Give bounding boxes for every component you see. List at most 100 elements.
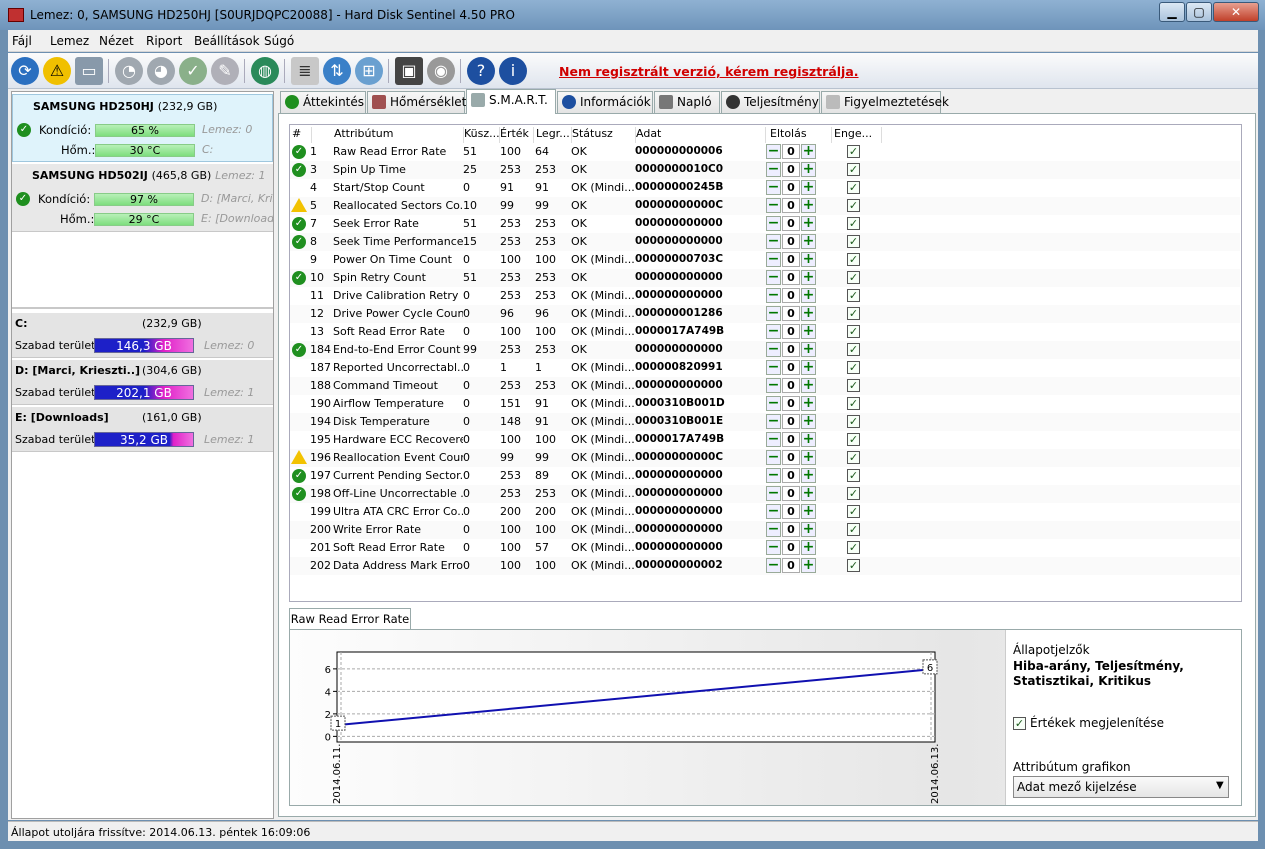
table-row[interactable]: 187 Reported Uncorrectabl... 0 1 1 OK (Mindi.… xyxy=(290,359,1240,377)
enabled-checkbox[interactable]: ✓ xyxy=(847,487,860,500)
table-row[interactable]: ✓ 10 Spin Retry Count 51 253 253 OK 00000000000… xyxy=(290,269,1240,287)
offset-value[interactable]: 0 xyxy=(782,288,800,303)
increase-offset-button[interactable]: + xyxy=(801,432,816,447)
increase-offset-button[interactable]: + xyxy=(801,396,816,411)
tab-smart[interactable]: S.M.A.R.T. xyxy=(466,89,556,114)
disk-tools-icon[interactable]: ✎ xyxy=(211,57,239,85)
table-row[interactable]: 190 Airflow Temperature 0 151 91 OK (Mindi...… xyxy=(290,395,1240,413)
table-row[interactable]: 5 Reallocated Sectors Co... 10 99 99 OK 000000… xyxy=(290,197,1240,215)
refresh-icon[interactable]: ⟳ xyxy=(11,57,39,85)
tab-log[interactable]: Napló xyxy=(654,91,720,113)
enabled-checkbox[interactable]: ✓ xyxy=(847,541,860,554)
table-row[interactable]: ✓ 184 End-to-End Error Count 99 253 253 OK 0000… xyxy=(290,341,1240,359)
table-row[interactable]: 194 Disk Temperature 0 148 91 OK (Mindi... 000… xyxy=(290,413,1240,431)
increase-offset-button[interactable]: + xyxy=(801,162,816,177)
decrease-offset-button[interactable]: − xyxy=(766,180,781,195)
app-icon[interactable] xyxy=(8,8,24,22)
enabled-checkbox[interactable]: ✓ xyxy=(847,289,860,302)
increase-offset-button[interactable]: + xyxy=(801,288,816,303)
offset-value[interactable]: 0 xyxy=(782,198,800,213)
table-row[interactable]: 4 Start/Stop Count 0 91 91 OK (Mindi... 000000… xyxy=(290,179,1240,197)
increase-offset-button[interactable]: + xyxy=(801,342,816,357)
increase-offset-button[interactable]: + xyxy=(801,378,816,393)
tab-temperature[interactable]: Hőmérséklet xyxy=(367,91,466,113)
disk-ok-icon[interactable]: ✓ xyxy=(179,57,207,85)
increase-offset-button[interactable]: + xyxy=(801,522,816,537)
table-row[interactable]: 188 Command Timeout 0 253 253 OK (Mindi... 000… xyxy=(290,377,1240,395)
globe-icon[interactable]: ◍ xyxy=(251,57,279,85)
table-row[interactable]: 9 Power On Time Count 0 100 100 OK (Mindi... 0… xyxy=(290,251,1240,269)
table-row[interactable]: 13 Soft Read Error Rate 0 100 100 OK (Mindi..… xyxy=(290,323,1240,341)
offset-value[interactable]: 0 xyxy=(782,486,800,501)
increase-offset-button[interactable]: + xyxy=(801,144,816,159)
decrease-offset-button[interactable]: − xyxy=(766,540,781,555)
show-values-checkbox[interactable]: ✓ xyxy=(1013,717,1026,730)
decrease-offset-button[interactable]: − xyxy=(766,198,781,213)
speaker-icon[interactable]: ◉ xyxy=(427,57,455,85)
decrease-offset-button[interactable]: − xyxy=(766,504,781,519)
maximize-button[interactable]: ▢ xyxy=(1186,2,1212,22)
enabled-checkbox[interactable]: ✓ xyxy=(847,433,860,446)
volume-item[interactable]: D: [Marci, Krieszti..] (304,6 GB) Szabad… xyxy=(12,360,273,405)
decrease-offset-button[interactable]: − xyxy=(766,522,781,537)
offset-value[interactable]: 0 xyxy=(782,468,800,483)
table-row[interactable]: 201 Soft Read Error Rate 0 100 57 OK (Mindi..… xyxy=(290,539,1240,557)
info-icon[interactable]: i xyxy=(499,57,527,85)
minimize-button[interactable]: ▁ xyxy=(1159,2,1185,22)
increase-offset-button[interactable]: + xyxy=(801,270,816,285)
decrease-offset-button[interactable]: − xyxy=(766,306,781,321)
table-row[interactable]: ✓ 198 Off-Line Uncorrectable ... 0 253 253 OK … xyxy=(290,485,1240,503)
increase-offset-button[interactable]: + xyxy=(801,450,816,465)
col-header-id[interactable]: # xyxy=(292,127,312,143)
col-header-attribute[interactable]: Attribútum xyxy=(334,127,464,143)
volume-item[interactable]: C: (232,9 GB) Szabad terület 146,3 GB Le… xyxy=(12,313,273,358)
table-row[interactable]: ✓ 7 Seek Error Rate 51 253 253 OK 000000000000 −… xyxy=(290,215,1240,233)
increase-offset-button[interactable]: + xyxy=(801,180,816,195)
table-row[interactable]: ✓ 197 Current Pending Sector... 0 253 89 OK (M… xyxy=(290,467,1240,485)
enabled-checkbox[interactable]: ✓ xyxy=(847,145,860,158)
enabled-checkbox[interactable]: ✓ xyxy=(847,253,860,266)
enabled-checkbox[interactable]: ✓ xyxy=(847,397,860,410)
decrease-offset-button[interactable]: − xyxy=(766,432,781,447)
offset-value[interactable]: 0 xyxy=(782,414,800,429)
disk-item[interactable]: SAMSUNG HD502IJ (465,8 GB) Lemez: 1 ✓ Ko… xyxy=(12,164,273,232)
menu-report[interactable]: Riport xyxy=(146,34,182,48)
increase-offset-button[interactable]: + xyxy=(801,234,816,249)
offset-value[interactable]: 0 xyxy=(782,522,800,537)
offset-value[interactable]: 0 xyxy=(782,162,800,177)
offset-value[interactable]: 0 xyxy=(782,180,800,195)
warning-icon[interactable]: ⚠ xyxy=(43,57,71,85)
increase-offset-button[interactable]: + xyxy=(801,216,816,231)
table-row[interactable]: ✓ 3 Spin Up Time 25 253 253 OK 0000000010C0 −0 + ✓ xyxy=(290,161,1240,179)
increase-offset-button[interactable]: + xyxy=(801,504,816,519)
col-header-data[interactable]: Adat xyxy=(636,127,766,143)
decrease-offset-button[interactable]: − xyxy=(766,414,781,429)
decrease-offset-button[interactable]: − xyxy=(766,216,781,231)
table-row[interactable]: ✓ 8 Seek Time Performance 15 253 253 OK 0000000… xyxy=(290,233,1240,251)
decrease-offset-button[interactable]: − xyxy=(766,450,781,465)
enabled-checkbox[interactable]: ✓ xyxy=(847,559,860,572)
decrease-offset-button[interactable]: − xyxy=(766,360,781,375)
register-link[interactable]: Nem regisztrált verzió, kérem regisztrál… xyxy=(559,64,859,79)
graph-select[interactable]: Adat mező kijelzése ▼ xyxy=(1013,776,1229,798)
enabled-checkbox[interactable]: ✓ xyxy=(847,361,860,374)
table-row[interactable]: 11 Drive Calibration Retry ... 0 253 253 OK (… xyxy=(290,287,1240,305)
increase-offset-button[interactable]: + xyxy=(801,306,816,321)
increase-offset-button[interactable]: + xyxy=(801,324,816,339)
offset-value[interactable]: 0 xyxy=(782,144,800,159)
offset-value[interactable]: 0 xyxy=(782,324,800,339)
col-header-worst[interactable]: Legr... xyxy=(536,127,572,143)
offset-value[interactable]: 0 xyxy=(782,558,800,573)
table-row[interactable]: 199 Ultra ATA CRC Error Co... 0 200 200 OK (M… xyxy=(290,503,1240,521)
decrease-offset-button[interactable]: − xyxy=(766,468,781,483)
offset-value[interactable]: 0 xyxy=(782,360,800,375)
enabled-checkbox[interactable]: ✓ xyxy=(847,523,860,536)
tab-overview[interactable]: Áttekintés xyxy=(280,91,366,113)
table-row[interactable]: 196 Reallocation Event Count 0 99 99 OK (Mind… xyxy=(290,449,1240,467)
increase-offset-button[interactable]: + xyxy=(801,252,816,267)
offset-value[interactable]: 0 xyxy=(782,432,800,447)
enabled-checkbox[interactable]: ✓ xyxy=(847,307,860,320)
enabled-checkbox[interactable]: ✓ xyxy=(847,379,860,392)
increase-offset-button[interactable]: + xyxy=(801,414,816,429)
report-icon[interactable]: ≣ xyxy=(291,57,319,85)
